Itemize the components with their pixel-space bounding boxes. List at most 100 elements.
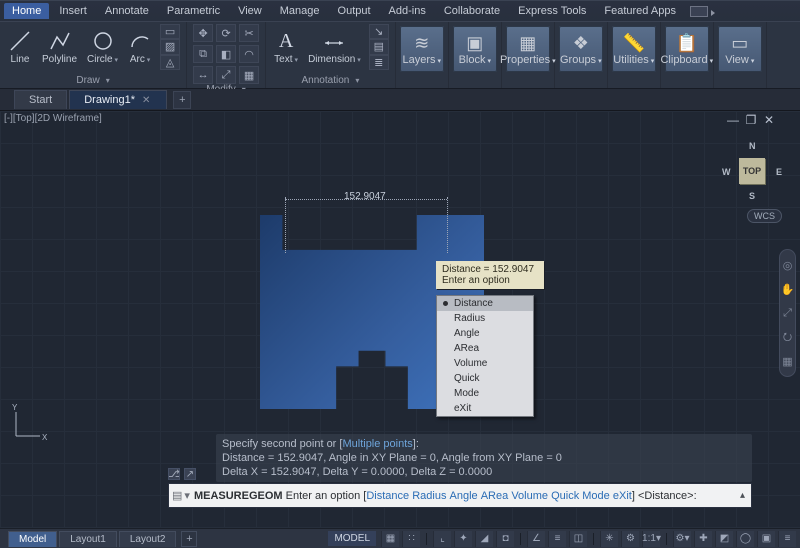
minimize-viewport-button[interactable]: — — [726, 113, 740, 127]
mirror-tool[interactable]: ◧ — [216, 45, 236, 63]
drawing-canvas[interactable]: [-][Top][2D Wireframe] — ❐ ✕ TOP N S E W… — [0, 111, 800, 528]
tab-addins[interactable]: Add-ins — [381, 3, 434, 19]
osnap-toggle[interactable]: ◘ — [496, 531, 514, 547]
array-tool[interactable]: ▦ — [239, 66, 259, 84]
pan-button[interactable]: ✋ — [781, 280, 794, 298]
isodraft-toggle[interactable]: ◢ — [475, 531, 493, 547]
layers-button[interactable]: ≋ Layers — [400, 26, 444, 72]
menu-item-quick[interactable]: Quick — [437, 371, 533, 386]
leader-tool[interactable]: ↘ — [369, 24, 389, 39]
move-tool[interactable]: ✥ — [193, 24, 213, 42]
tab-parametric[interactable]: Parametric — [159, 3, 228, 19]
orbit-button[interactable]: ⭮ — [781, 328, 794, 346]
viewport-label[interactable]: [-][Top][2D Wireframe] — [4, 113, 102, 124]
transparency-toggle[interactable]: ◫ — [569, 531, 587, 547]
annotation-monitor-toggle[interactable]: ✚ — [694, 531, 712, 547]
viewcube-north[interactable]: N — [749, 141, 756, 151]
tab-output[interactable]: Output — [330, 3, 379, 19]
menu-item-volume[interactable]: Volume — [437, 356, 533, 371]
cmdline-recent-button[interactable]: ↗ — [184, 468, 196, 480]
menu-item-exit[interactable]: eXit — [437, 401, 533, 416]
trim-tool[interactable]: ✂ — [239, 24, 259, 42]
nav-wheel-button[interactable]: ◎ — [781, 256, 794, 274]
viewcube-south[interactable]: S — [749, 191, 755, 201]
viewcube-west[interactable]: W — [722, 167, 731, 177]
tab-annotate[interactable]: Annotate — [97, 3, 157, 19]
menu-item-angle[interactable]: Angle — [437, 326, 533, 341]
autoscale-toggle[interactable]: ⚙ — [621, 531, 639, 547]
panel-title-annotation[interactable]: Annotation — [302, 75, 360, 86]
region-tool[interactable]: ◬ — [160, 55, 180, 70]
dimension-tool[interactable]: Dimension — [306, 28, 363, 66]
cmdline-customize-button[interactable]: ⎇ — [168, 468, 180, 480]
polar-toggle[interactable]: ✦ — [454, 531, 472, 547]
groups-button[interactable]: ❖ Groups — [559, 26, 603, 72]
scale-tool[interactable]: ⤢ — [216, 66, 236, 84]
status-model-toggle[interactable]: MODEL — [328, 531, 376, 546]
tab-insert[interactable]: Insert — [51, 3, 95, 19]
new-tab-button[interactable]: + — [173, 91, 191, 109]
arc-tool[interactable]: Arc — [126, 28, 154, 66]
tab-manage[interactable]: Manage — [272, 3, 328, 19]
clipboard-button[interactable]: 📋 Clipboard — [665, 26, 709, 72]
annotation-scale-button[interactable]: 1:1▾ — [642, 531, 660, 547]
fillet-tool[interactable]: ◠ — [239, 45, 259, 63]
mtext-tool[interactable]: ≣ — [369, 55, 389, 70]
tab-collaborate[interactable]: Collaborate — [436, 3, 508, 19]
hatch-tool[interactable]: ▨ — [160, 39, 180, 54]
menu-item-distance[interactable]: Distance — [437, 296, 533, 311]
rect-tool[interactable]: ▭ — [160, 24, 180, 39]
panel-title-draw[interactable]: Draw — [76, 75, 109, 86]
layout-tab-layout2[interactable]: Layout2 — [119, 531, 177, 547]
doctab-start[interactable]: Start — [14, 90, 67, 109]
grid-display-toggle[interactable]: ▦ — [381, 531, 399, 547]
featured-apps-dropdown[interactable] — [690, 6, 708, 17]
viewcube-east[interactable]: E — [776, 167, 782, 177]
new-layout-button[interactable]: + — [181, 531, 197, 547]
customization-button[interactable]: ≡ — [778, 531, 796, 547]
annotation-visibility-toggle[interactable]: ✳ — [600, 531, 618, 547]
lineweight-toggle[interactable]: ≡ — [548, 531, 566, 547]
snap-mode-toggle[interactable]: ∷ — [402, 531, 420, 547]
cmdline-expand-button[interactable]: ▴ — [740, 490, 745, 501]
hardware-accel-toggle[interactable]: ◯ — [736, 531, 754, 547]
cmdline-dropdown-icon[interactable]: ▾ — [184, 489, 190, 502]
polyline-tool[interactable]: Polyline — [40, 28, 79, 66]
ortho-toggle[interactable]: ⌞ — [433, 531, 451, 547]
zoom-extents-button[interactable]: ⤢ — [781, 304, 794, 322]
clean-screen-toggle[interactable]: ▣ — [757, 531, 775, 547]
tab-express-tools[interactable]: Express Tools — [510, 3, 594, 19]
viewcube-face[interactable]: TOP — [739, 158, 765, 184]
block-button[interactable]: ▣ Block — [453, 26, 497, 72]
restore-viewport-button[interactable]: ❐ — [744, 113, 758, 127]
stretch-tool[interactable]: ↔ — [193, 66, 213, 84]
line-tool[interactable]: Line — [6, 28, 34, 66]
showmotion-button[interactable]: ▦ — [781, 352, 794, 370]
tab-home[interactable]: Home — [4, 3, 49, 19]
properties-button[interactable]: ▦ Properties — [506, 26, 550, 72]
table-tool[interactable]: ▤ — [369, 39, 389, 54]
text-tool[interactable]: A Text — [272, 28, 300, 66]
otrack-toggle[interactable]: ∠ — [527, 531, 545, 547]
tab-featured-apps[interactable]: Featured Apps — [596, 3, 684, 19]
copy-tool[interactable]: ⧉ — [193, 45, 213, 63]
view-button[interactable]: ▭ View — [718, 26, 762, 72]
tab-view[interactable]: View — [230, 3, 270, 19]
viewcube[interactable]: TOP N S E W — [722, 141, 782, 201]
menu-item-mode[interactable]: Mode — [437, 386, 533, 401]
close-icon[interactable]: ✕ — [140, 95, 152, 106]
menu-item-area[interactable]: ARea — [437, 341, 533, 356]
ucs-icon[interactable]: Y X — [12, 406, 46, 440]
workspace-switch-button[interactable]: ⚙▾ — [673, 531, 691, 547]
rotate-tool[interactable]: ⟳ — [216, 24, 236, 42]
menu-item-radius[interactable]: Radius — [437, 311, 533, 326]
command-line[interactable]: ▤ ▾ MEASUREGEOM Enter an option [Distanc… — [168, 483, 752, 508]
close-viewport-button[interactable]: ✕ — [762, 113, 776, 127]
utilities-button[interactable]: 📏 Utilities — [612, 26, 656, 72]
layout-tab-model[interactable]: Model — [8, 531, 57, 547]
layout-tab-layout1[interactable]: Layout1 — [59, 531, 117, 547]
circle-tool[interactable]: Circle — [85, 28, 120, 66]
isolate-objects-button[interactable]: ◩ — [715, 531, 733, 547]
wcs-indicator[interactable]: WCS — [747, 209, 782, 223]
cmdline-handle-icon[interactable]: ▤ — [172, 489, 182, 502]
